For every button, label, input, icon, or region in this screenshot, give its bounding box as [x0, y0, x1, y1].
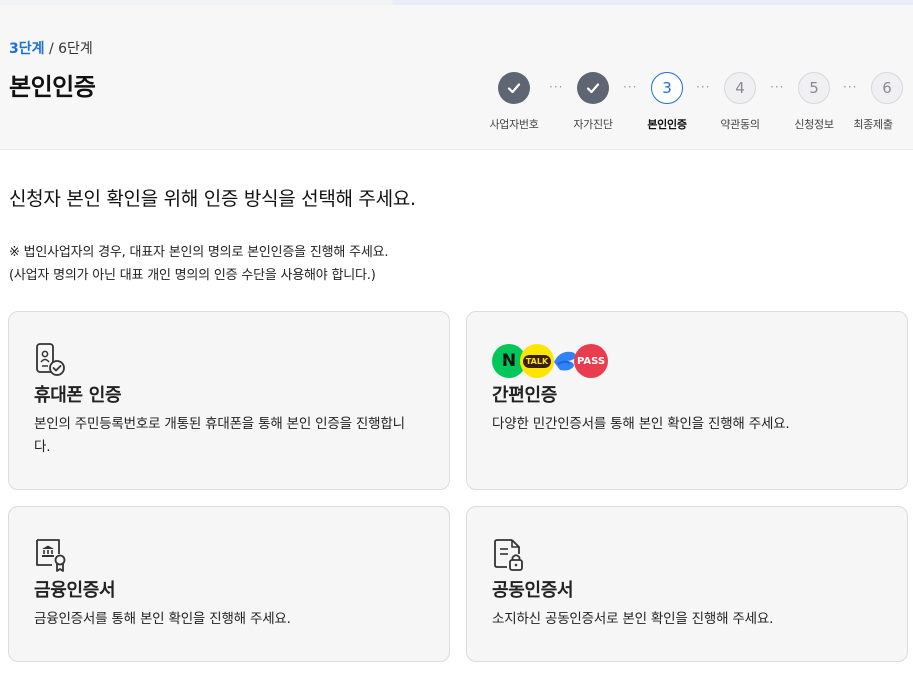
pass-icon: PASS: [574, 344, 608, 378]
step-4-circle: 4: [724, 72, 756, 104]
step-connector: ···: [549, 80, 564, 94]
top-strip: [0, 0, 913, 5]
step-separator: /: [44, 41, 59, 57]
current-step: 3단계: [9, 41, 45, 57]
step-6-label: 최종제출: [853, 118, 893, 131]
joint-cert-desc: 소지하신 공동인증서로 본인 확인을 진행해 주세요.: [492, 611, 774, 627]
step-connector: ···: [696, 80, 711, 94]
step-6-circle: 6: [871, 72, 903, 104]
step-2-label: 자가진단: [573, 118, 613, 131]
progress-stepper: ··· 사업자번호 ··· 자가진단 3 ··· 본인인증 4 ··· 약관동의…: [0, 72, 913, 142]
document-lock-icon: [492, 537, 526, 577]
finance-cert-desc: 금융인증서를 통해 본인 확인을 진행해 주세요.: [34, 611, 291, 627]
notice-line-1: ※ 법인사업자의 경우, 대표자 본인의 명의로 본인인증을 진행해 주세요.: [9, 245, 389, 260]
simple-auth-badges: N TALK PASS: [492, 342, 622, 382]
total-steps: 6단계: [58, 41, 93, 57]
joint-cert-card[interactable]: 공동인증서 소지하신 공동인증서로 본인 확인을 진행해 주세요.: [466, 506, 908, 662]
phone-auth-desc: 본인의 주민등록번호로 개통된 휴대폰을 통해 본인 인증을 진행합니다.: [34, 416, 405, 455]
notice-text: ※ 법인사업자의 경우, 대표자 본인의 명의로 본인인증을 진행해 주세요. …: [9, 241, 388, 287]
finance-cert-title: 금융인증서: [34, 580, 116, 601]
main-heading: 신청자 본인 확인을 위해 인증 방식을 선택해 주세요.: [9, 188, 416, 210]
kakao-icon: TALK: [520, 344, 554, 378]
phone-auth-card[interactable]: 휴대폰 인증 본인의 주민등록번호로 개통된 휴대폰을 통해 본인 인증을 진행…: [8, 311, 450, 490]
simple-auth-card[interactable]: N TALK PASS 간편인증 다양한 민간인증서를 통해 본인 확인을 진행…: [466, 311, 908, 490]
step-indicator: 3단계 / 6단계: [9, 38, 93, 58]
simple-auth-desc: 다양한 민간인증서를 통해 본인 확인을 진행해 주세요.: [492, 416, 790, 432]
step-4-label: 약관동의: [720, 118, 760, 131]
simple-auth-title: 간편인증: [492, 385, 558, 406]
phone-check-icon: [34, 342, 68, 382]
step-3-circle: 3: [651, 72, 683, 104]
step-connector: ···: [623, 80, 638, 94]
step-connector: ···: [770, 80, 785, 94]
checkmark-icon: [586, 83, 600, 94]
step-1-circle: [498, 72, 530, 104]
finance-cert-card[interactable]: 금융인증서 금융인증서를 통해 본인 확인을 진행해 주세요.: [8, 506, 450, 662]
step-1-label: 사업자번호: [489, 118, 539, 131]
bank-certificate-icon: [34, 537, 68, 577]
notice-line-2: (사업자 명의가 아닌 대표 개인 명의의 인증 수단을 사용해야 합니다.): [9, 268, 376, 283]
phone-auth-title: 휴대폰 인증: [34, 385, 122, 406]
step-2-circle: [577, 72, 609, 104]
step-5-circle: 5: [798, 72, 830, 104]
step-connector: ···: [843, 80, 858, 94]
step-3-label: 본인인증: [647, 118, 687, 131]
page-header: 3단계 / 6단계 본인인증 ··· 사업자번호 ··· 자가진단 3 ··· …: [0, 0, 913, 150]
checkmark-icon: [507, 83, 521, 94]
joint-cert-title: 공동인증서: [492, 580, 574, 601]
